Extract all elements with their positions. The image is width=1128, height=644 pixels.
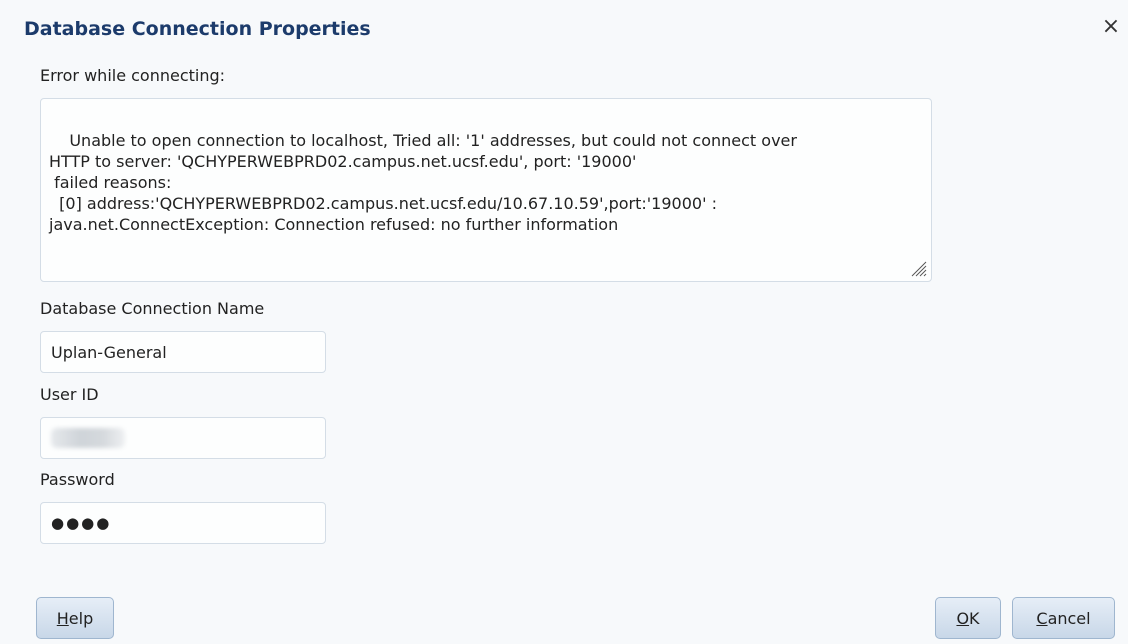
- connection-name-value: Uplan-General: [51, 342, 167, 362]
- ok-button[interactable]: OK: [935, 597, 1001, 639]
- help-mnemonic: H: [56, 608, 69, 628]
- close-icon[interactable]: ×: [1100, 14, 1122, 39]
- cancel-label-rest: ancel: [1047, 608, 1091, 628]
- password-input[interactable]: ●●●●: [40, 502, 326, 544]
- resize-grip-icon[interactable]: [909, 259, 927, 277]
- error-message-textarea[interactable]: Unable to open connection to localhost, …: [40, 98, 932, 282]
- error-label: Error while connecting:: [40, 66, 226, 85]
- error-message-text: Unable to open connection to localhost, …: [49, 131, 797, 234]
- help-button[interactable]: Help: [36, 597, 114, 639]
- password-label: Password: [40, 470, 115, 489]
- dialog-title: Database Connection Properties: [24, 18, 371, 40]
- user-id-label: User ID: [40, 385, 99, 404]
- database-connection-properties-dialog: Database Connection Properties × Error w…: [0, 0, 1128, 644]
- help-label-rest: elp: [68, 608, 94, 628]
- connection-name-input[interactable]: Uplan-General: [40, 331, 326, 373]
- redacted-user-id: [51, 428, 125, 448]
- ok-mnemonic: O: [956, 608, 970, 628]
- connection-name-label: Database Connection Name: [40, 299, 265, 318]
- cancel-mnemonic: C: [1036, 608, 1048, 628]
- ok-label-rest: K: [969, 608, 980, 628]
- user-id-input[interactable]: [40, 417, 326, 459]
- cancel-button[interactable]: Cancel: [1012, 597, 1115, 639]
- password-mask: ●●●●: [51, 514, 112, 532]
